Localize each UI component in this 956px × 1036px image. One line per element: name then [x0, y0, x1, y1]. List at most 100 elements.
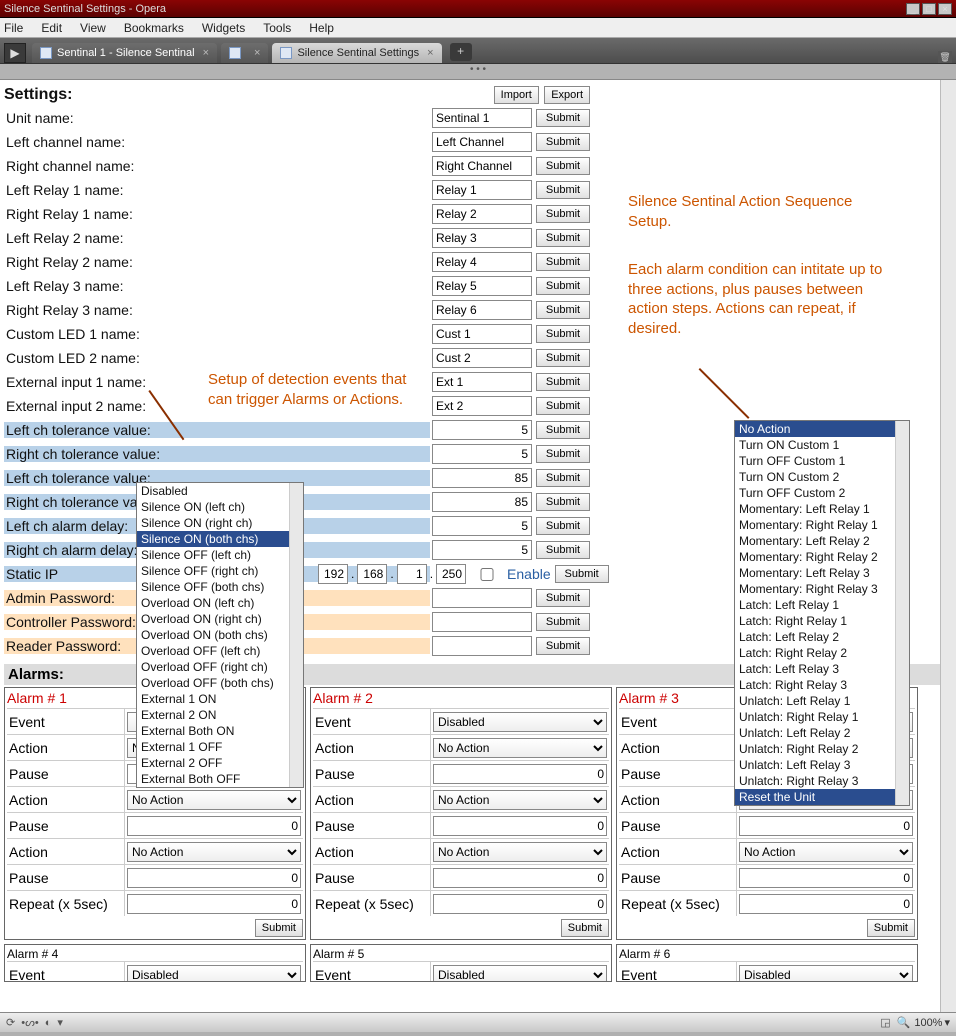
- vertical-scrollbar[interactable]: [940, 80, 956, 1012]
- setting-input[interactable]: [432, 156, 532, 176]
- event-option[interactable]: Overload ON (both chs): [137, 627, 303, 643]
- close-button[interactable]: ×: [938, 3, 952, 15]
- setting-input[interactable]: [432, 468, 532, 488]
- event-option[interactable]: External 2 ON: [137, 707, 303, 723]
- setting-input[interactable]: [432, 108, 532, 128]
- browser-tab-2[interactable]: ×: [221, 43, 268, 63]
- event-option[interactable]: Overload ON (left ch): [137, 595, 303, 611]
- action-option[interactable]: Unlatch: Left Relay 2: [735, 725, 909, 741]
- alarm-pause-input[interactable]: [433, 868, 607, 888]
- setting-input[interactable]: [432, 252, 532, 272]
- event-option[interactable]: Silence ON (left ch): [137, 499, 303, 515]
- event-option[interactable]: Silence OFF (right ch): [137, 563, 303, 579]
- submit-button[interactable]: Submit: [536, 589, 590, 607]
- menu-tools[interactable]: Tools: [263, 21, 291, 35]
- zoom-icon[interactable]: 🔍: [897, 1016, 911, 1029]
- action-option[interactable]: Momentary: Left Relay 2: [735, 533, 909, 549]
- export-button[interactable]: Export: [544, 86, 590, 104]
- submit-button[interactable]: Submit: [536, 229, 590, 247]
- alarm-submit-button[interactable]: Submit: [561, 919, 609, 937]
- menu-widgets[interactable]: Widgets: [202, 21, 245, 35]
- close-tab-icon[interactable]: ×: [427, 47, 433, 59]
- event-option[interactable]: Silence ON (both chs): [137, 531, 303, 547]
- ip-enable-checkbox[interactable]: [472, 568, 502, 581]
- submit-button[interactable]: Submit: [536, 373, 590, 391]
- action-option[interactable]: Latch: Right Relay 3: [735, 677, 909, 693]
- action-option[interactable]: Latch: Right Relay 1: [735, 613, 909, 629]
- submit-button[interactable]: Submit: [536, 493, 590, 511]
- setting-input[interactable]: [432, 204, 532, 224]
- menu-edit[interactable]: Edit: [41, 21, 62, 35]
- setting-input[interactable]: [432, 492, 532, 512]
- submit-button[interactable]: Submit: [536, 469, 590, 487]
- submit-button[interactable]: Submit: [536, 277, 590, 295]
- browser-tab-1[interactable]: Sentinal 1 - Silence Sentinal×: [32, 43, 217, 63]
- action-dropdown[interactable]: No ActionTurn ON Custom 1Turn OFF Custom…: [734, 420, 910, 806]
- alarm-event-select[interactable]: Disabled: [127, 965, 301, 983]
- alarm-event-select[interactable]: Disabled: [433, 965, 607, 983]
- menu-help[interactable]: Help: [309, 21, 334, 35]
- event-option[interactable]: External Both ON: [137, 723, 303, 739]
- password-input[interactable]: [432, 636, 532, 656]
- action-option[interactable]: Momentary: Right Relay 3: [735, 581, 909, 597]
- dropdown-scrollbar[interactable]: [289, 483, 303, 787]
- chevron-down-icon[interactable]: ▾: [57, 1016, 63, 1029]
- setting-input[interactable]: [432, 228, 532, 248]
- alarm-pause-input[interactable]: [433, 816, 607, 836]
- action-option[interactable]: Momentary: Left Relay 3: [735, 565, 909, 581]
- action-option[interactable]: Momentary: Right Relay 1: [735, 517, 909, 533]
- submit-button[interactable]: Submit: [536, 205, 590, 223]
- action-option[interactable]: Momentary: Left Relay 1: [735, 501, 909, 517]
- alarm-action-select[interactable]: No Action: [433, 842, 607, 862]
- action-option[interactable]: Unlatch: Right Relay 3: [735, 773, 909, 789]
- dropdown-scrollbar[interactable]: [895, 421, 909, 805]
- alarm-action-select[interactable]: No Action: [433, 738, 607, 758]
- event-option[interactable]: External 2 OFF: [137, 755, 303, 771]
- ip-a[interactable]: [318, 564, 348, 584]
- setting-input[interactable]: [432, 324, 532, 344]
- new-tab-button[interactable]: +: [450, 43, 472, 61]
- event-option[interactable]: Silence ON (right ch): [137, 515, 303, 531]
- action-option[interactable]: Reset the Unit: [735, 789, 909, 805]
- alarm-submit-button[interactable]: Submit: [867, 919, 915, 937]
- submit-button[interactable]: Submit: [536, 325, 590, 343]
- submit-button[interactable]: Submit: [536, 517, 590, 535]
- close-tab-icon[interactable]: ×: [203, 47, 209, 59]
- alarm-pause-input[interactable]: [127, 816, 301, 836]
- setting-input[interactable]: [432, 372, 532, 392]
- event-option[interactable]: Silence OFF (left ch): [137, 547, 303, 563]
- submit-button[interactable]: Submit: [536, 613, 590, 631]
- event-option[interactable]: Silence OFF (both chs): [137, 579, 303, 595]
- setting-input[interactable]: [432, 348, 532, 368]
- submit-button[interactable]: Submit: [536, 421, 590, 439]
- alarm-pause-input[interactable]: [127, 868, 301, 888]
- action-option[interactable]: Unlatch: Right Relay 1: [735, 709, 909, 725]
- action-option[interactable]: Latch: Left Relay 2: [735, 629, 909, 645]
- action-option[interactable]: Turn ON Custom 2: [735, 469, 909, 485]
- alarm-repeat-input[interactable]: [127, 894, 301, 914]
- submit-button[interactable]: Submit: [536, 301, 590, 319]
- event-option[interactable]: External 1 ON: [137, 691, 303, 707]
- event-option[interactable]: Overload OFF (right ch): [137, 659, 303, 675]
- action-option[interactable]: Unlatch: Right Relay 2: [735, 741, 909, 757]
- alarm-event-select[interactable]: Disabled: [739, 965, 913, 983]
- alarm-repeat-input[interactable]: [433, 894, 607, 914]
- alarm-pause-input[interactable]: [739, 868, 913, 888]
- fit-icon[interactable]: ◲: [880, 1016, 890, 1029]
- action-option[interactable]: No Action: [735, 421, 909, 437]
- action-option[interactable]: Latch: Left Relay 3: [735, 661, 909, 677]
- menu-file[interactable]: File: [4, 21, 23, 35]
- ip-c[interactable]: [397, 564, 427, 584]
- action-option[interactable]: Momentary: Right Relay 2: [735, 549, 909, 565]
- setting-input[interactable]: [432, 276, 532, 296]
- submit-button[interactable]: Submit: [536, 349, 590, 367]
- browser-tab-3[interactable]: Silence Sentinal Settings×: [272, 43, 441, 63]
- minimize-button[interactable]: _: [906, 3, 920, 15]
- maximize-button[interactable]: □: [922, 3, 936, 15]
- setting-input[interactable]: [432, 516, 532, 536]
- setting-input[interactable]: [432, 300, 532, 320]
- submit-button[interactable]: Submit: [536, 109, 590, 127]
- trash-button[interactable]: 🗑: [938, 51, 952, 63]
- action-option[interactable]: Unlatch: Left Relay 3: [735, 757, 909, 773]
- action-option[interactable]: Unlatch: Left Relay 1: [735, 693, 909, 709]
